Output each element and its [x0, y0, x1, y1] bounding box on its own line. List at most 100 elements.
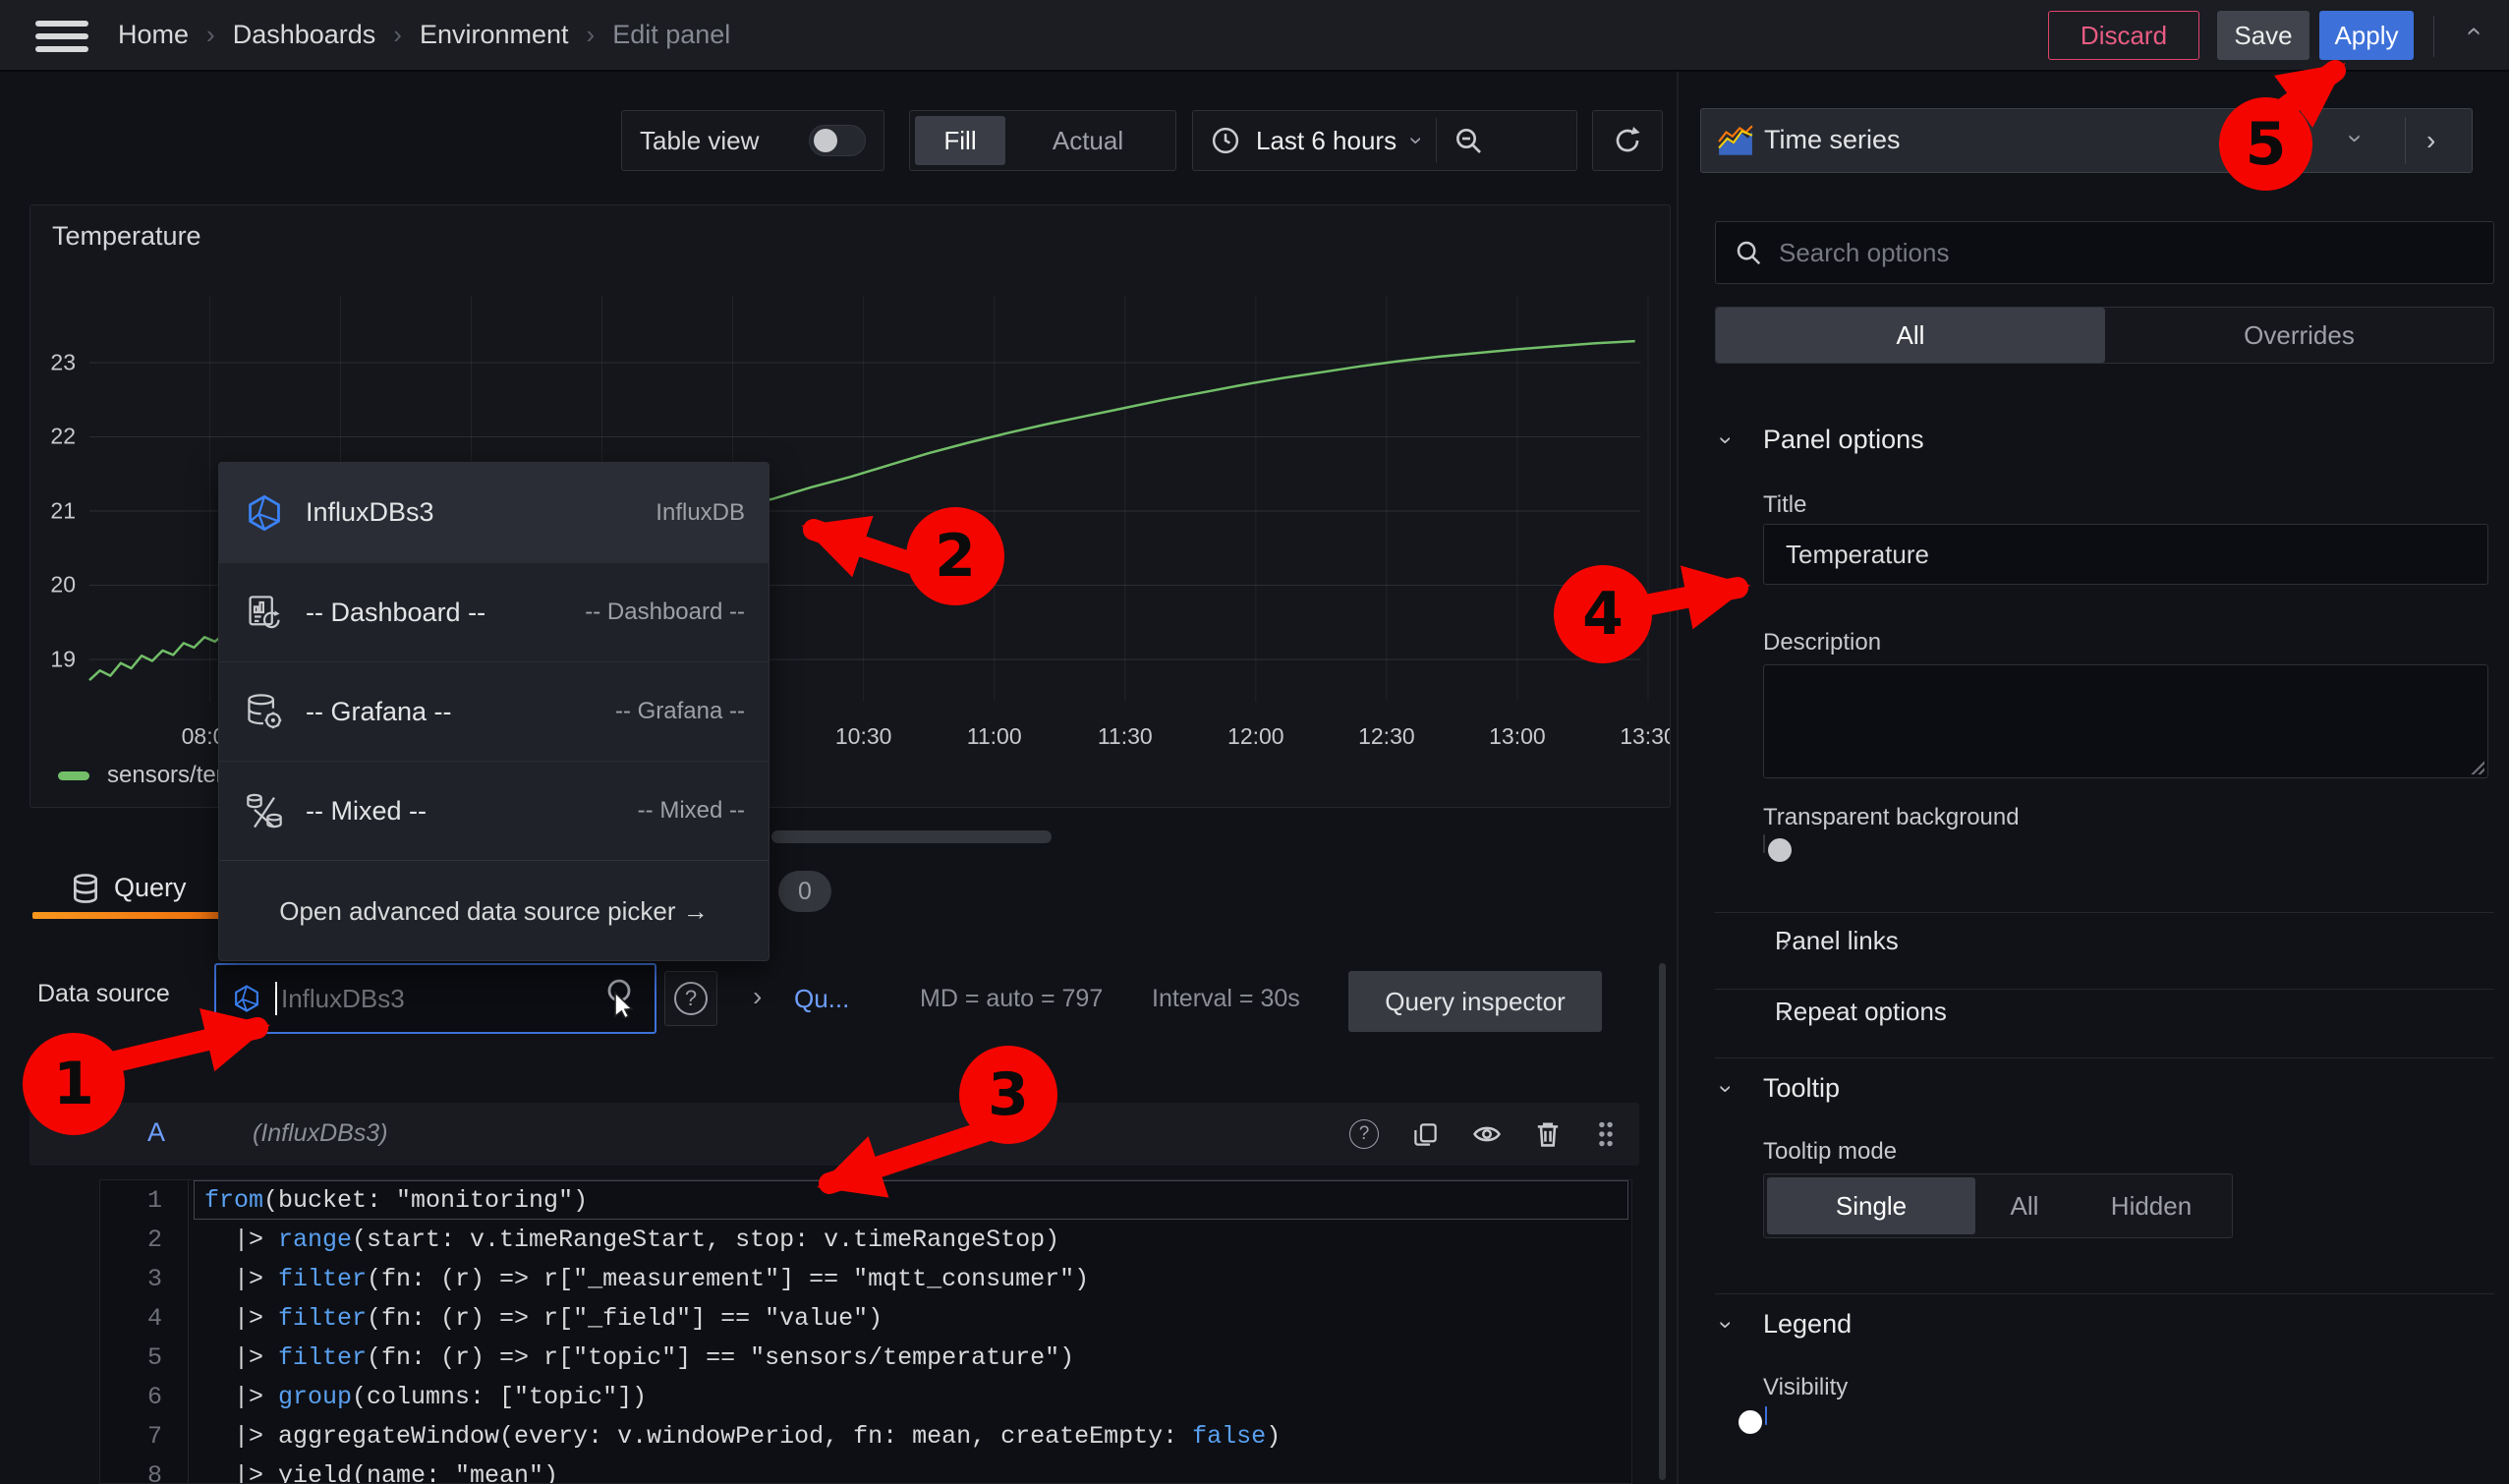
repeat-options-section[interactable]: Repeat options — [1775, 997, 1947, 1027]
title-input-field[interactable] — [1764, 525, 2487, 584]
menu-item-type: -- Mixed -- — [638, 797, 745, 825]
panel-options-heading[interactable]: Panel options — [1763, 425, 1924, 455]
options-tabs: All Overrides — [1715, 307, 2494, 364]
chevron-down-icon[interactable]: › — [1714, 1321, 1738, 1329]
code-line-2[interactable]: 2 |> range(start: v.timeRangeStart, stop… — [100, 1220, 1631, 1259]
description-textarea[interactable] — [1763, 664, 2488, 778]
x-tick-label: 11:00 — [967, 723, 1022, 750]
chevron-down-icon[interactable]: › — [73, 1118, 81, 1142]
tab-overrides[interactable]: Overrides — [2105, 308, 2493, 363]
breadcrumb-environment[interactable]: Environment — [420, 20, 569, 50]
table-view-toggle[interactable] — [809, 125, 866, 156]
chevron-down-icon[interactable]: › — [1714, 1085, 1738, 1093]
title-input[interactable] — [1763, 524, 2488, 585]
menu-item-label: -- Mixed -- — [306, 796, 638, 827]
legend-visibility-toggle[interactable] — [1765, 1406, 1767, 1425]
panel-links-section[interactable]: Panel links — [1775, 926, 1899, 956]
section-divider — [1715, 1293, 2494, 1294]
tooltip-heading[interactable]: Tooltip — [1763, 1073, 1840, 1104]
legend-heading[interactable]: Legend — [1763, 1309, 1852, 1340]
collapse-topbar-button[interactable]: › — [2449, 18, 2496, 45]
code-line-7[interactable]: 7 |> aggregateWindow(every: v.windowPeri… — [100, 1416, 1631, 1455]
menu-item-influxdbs3[interactable]: InfluxDBs3 InfluxDB — [219, 463, 769, 562]
refresh-button[interactable] — [1592, 110, 1663, 171]
vertical-scrollbar[interactable] — [1659, 963, 1666, 1480]
datasource-picker-input[interactable]: InfluxDBs3 — [214, 963, 656, 1034]
tab-query[interactable]: Query — [114, 873, 187, 903]
query-inspector-button[interactable]: Query inspector — [1348, 971, 1602, 1032]
tooltip-mode-label: Tooltip mode — [1763, 1138, 1897, 1166]
tooltip-mode-hidden[interactable]: Hidden — [2074, 1177, 2229, 1234]
query-ref-row[interactable]: › A (InfluxDBs3) ? — [29, 1103, 1639, 1166]
discard-button[interactable]: Discard — [2048, 11, 2199, 60]
code-line-6[interactable]: 6 |> group(columns: ["topic"]) — [100, 1377, 1631, 1416]
line-number: 8 — [100, 1455, 189, 1484]
database-icon — [71, 873, 100, 904]
code-line-5[interactable]: 5 |> filter(fn: (r) => r["topic"] == "se… — [100, 1338, 1631, 1377]
transparent-background-toggle[interactable] — [1763, 834, 1765, 853]
code-line-4[interactable]: 4 |> filter(fn: (r) => r["_field"] == "v… — [100, 1298, 1631, 1338]
section-divider — [1715, 989, 2494, 990]
code-line-1[interactable]: 1from(bucket: "monitoring") — [100, 1180, 1631, 1220]
chevron-down-icon[interactable]: › — [1714, 436, 1738, 444]
query-help-icon[interactable]: ? — [1349, 1119, 1379, 1149]
y-tick-label: 20 — [30, 572, 76, 599]
tooltip-mode-single[interactable]: Single — [1767, 1177, 1975, 1234]
line-number: 5 — [100, 1338, 189, 1377]
viz-picker-chevron[interactable]: › — [2352, 126, 2361, 152]
line-number: 1 — [100, 1180, 189, 1220]
x-tick-label: 12:30 — [1358, 723, 1415, 750]
flux-query-editor[interactable]: 1from(bucket: "monitoring")2 |> range(st… — [99, 1179, 1632, 1484]
menu-item-type: InfluxDB — [656, 499, 745, 527]
max-data-points-info: MD = auto = 797 — [920, 985, 1103, 1013]
duplicate-query-icon[interactable] — [1412, 1121, 1439, 1148]
drag-handle-icon[interactable] — [1594, 1119, 1618, 1149]
breadcrumb-dashboards[interactable]: Dashboards — [233, 20, 376, 50]
menu-item-grafana[interactable]: -- Grafana -- -- Grafana -- — [219, 661, 769, 761]
breadcrumb-home[interactable]: Home — [118, 20, 189, 50]
visibility-label: Visibility — [1763, 1374, 1848, 1401]
query-ref-id: A — [147, 1117, 165, 1148]
visualization-picker[interactable]: Time series › › — [1700, 108, 2473, 173]
breadcrumb: Home › Dashboards › Environment › Edit p… — [118, 0, 730, 70]
breadcrumb-separator: › — [393, 20, 402, 50]
delete-query-trash-icon[interactable] — [1535, 1120, 1561, 1148]
tab-all[interactable]: All — [1716, 308, 2105, 363]
datasource-help-button[interactable]: ? — [664, 971, 717, 1026]
refresh-icon — [1612, 125, 1643, 156]
query-options-collapsed[interactable]: Qu... — [794, 984, 849, 1014]
menu-hamburger-icon[interactable] — [35, 21, 88, 52]
chevron-right-icon: › — [753, 983, 762, 1010]
top-nav-bar: Home › Dashboards › Environment › Edit p… — [0, 0, 2509, 72]
line-number: 6 — [100, 1377, 189, 1416]
options-search-input[interactable] — [1779, 238, 2476, 268]
search-icon — [1734, 238, 1763, 267]
interval-info: Interval = 30s — [1152, 985, 1300, 1013]
tooltip-mode-group: Single All Hidden — [1763, 1173, 2233, 1238]
menu-item-dashboard[interactable]: -- Dashboard -- -- Dashboard -- — [219, 562, 769, 661]
open-advanced-picker-link[interactable]: Open advanced data source picker → — [219, 860, 769, 961]
code-text: from(bucket: "monitoring") — [189, 1186, 588, 1215]
tooltip-mode-all[interactable]: All — [1975, 1177, 2074, 1234]
query-options-chevron[interactable]: › — [753, 983, 762, 1010]
code-line-8[interactable]: 8 |> yield(name: "mean") — [100, 1455, 1631, 1484]
hide-query-eye-icon[interactable] — [1472, 1121, 1502, 1147]
description-textarea-field[interactable] — [1764, 665, 2487, 777]
save-button[interactable]: Save — [2217, 11, 2309, 60]
time-range-group[interactable]: Last 6 hours › — [1192, 110, 1577, 171]
code-line-3[interactable]: 3 |> filter(fn: (r) => r["_measurement"]… — [100, 1259, 1631, 1298]
time-series-viz-icon — [1717, 124, 1754, 157]
options-search[interactable] — [1715, 221, 2494, 284]
transparent-background-label: Transparent background — [1763, 804, 2020, 831]
zoom-out-icon[interactable] — [1453, 125, 1484, 156]
x-tick-label: 13:00 — [1489, 723, 1546, 750]
collapse-pane-button[interactable]: › — [2426, 125, 2435, 156]
actual-option[interactable]: Actual — [1005, 126, 1170, 156]
horizontal-scrollbar[interactable] — [771, 830, 1052, 843]
fill-option[interactable]: Fill — [915, 116, 1005, 165]
apply-button[interactable]: Apply — [2319, 11, 2414, 60]
datasource-value: InfluxDBs3 — [281, 984, 605, 1014]
menu-item-mixed[interactable]: -- Mixed -- -- Mixed -- — [219, 761, 769, 860]
breadcrumb-edit-panel: Edit panel — [612, 20, 730, 50]
vizbar-divider — [2405, 117, 2406, 164]
